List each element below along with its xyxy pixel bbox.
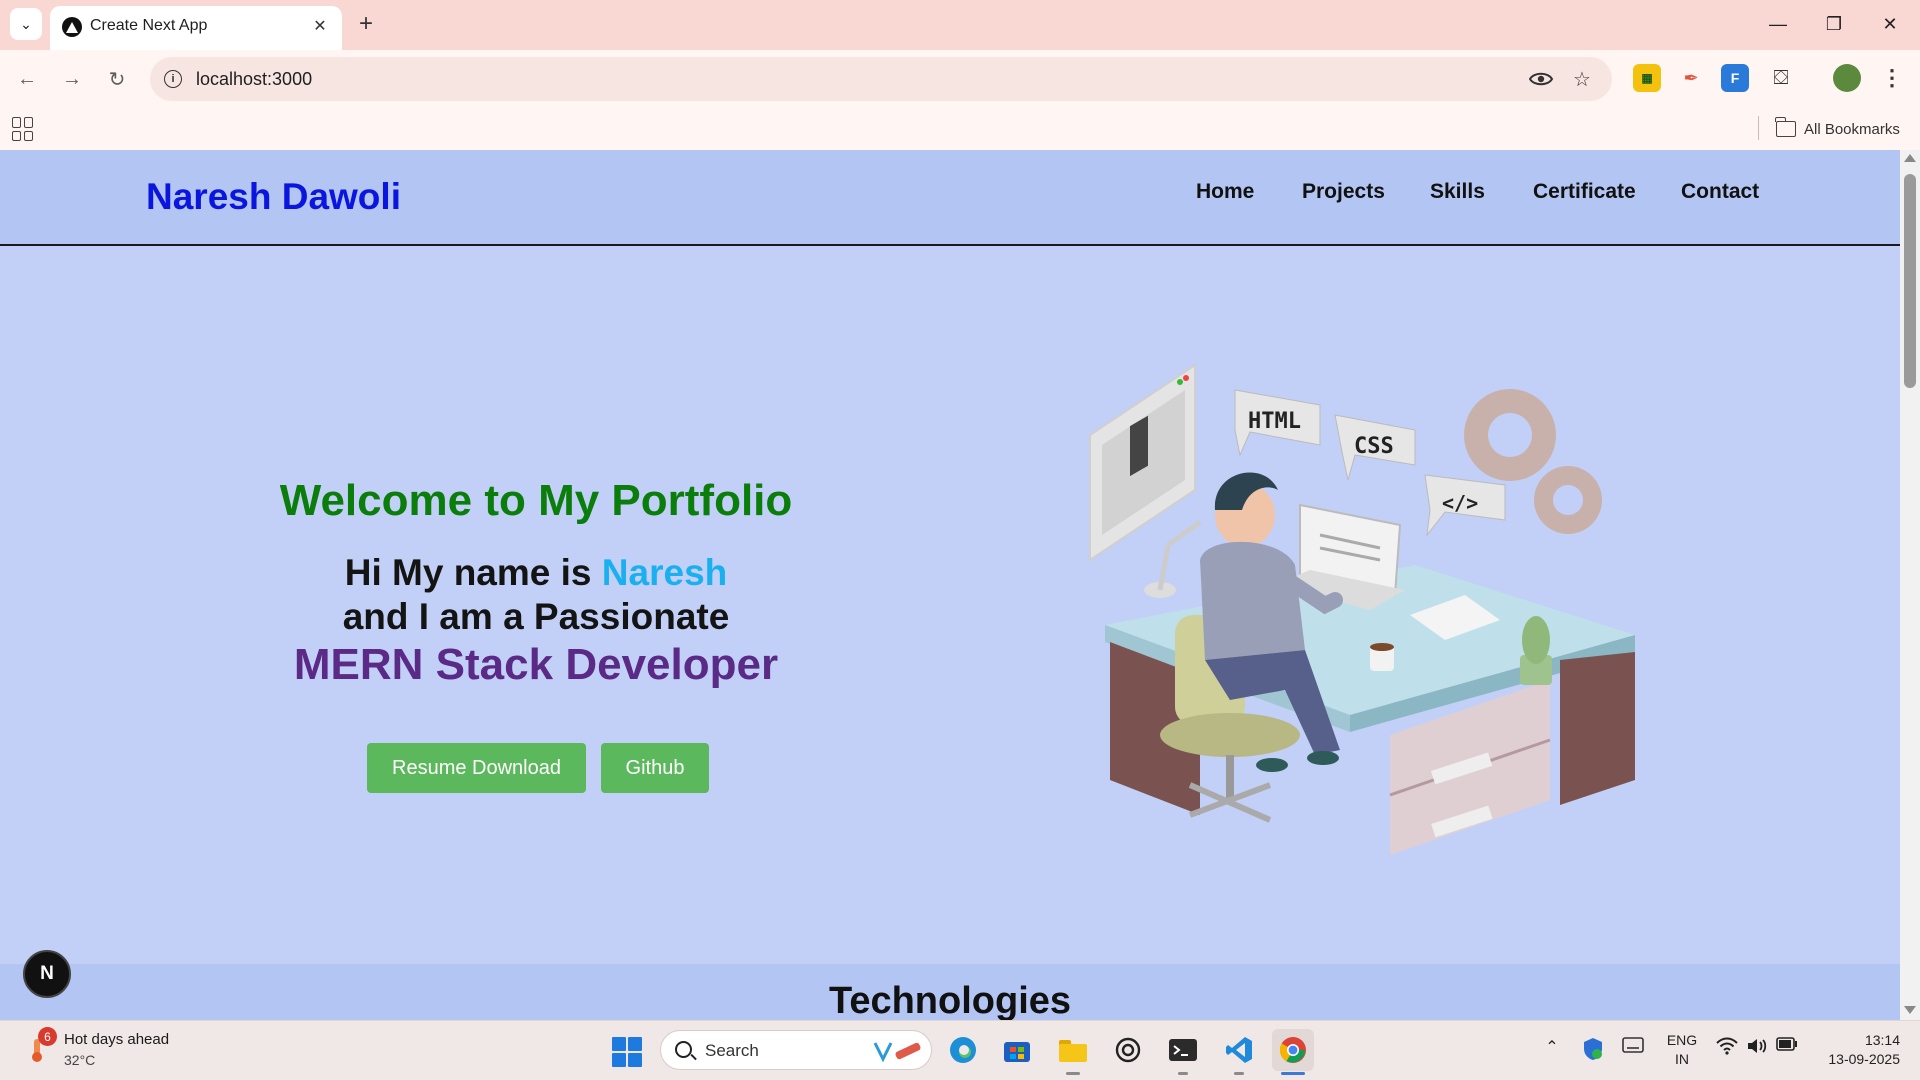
forward-arrow-icon[interactable]: → <box>56 63 88 95</box>
css-bubble-label: CSS <box>1354 434 1394 459</box>
nav-home[interactable]: Home <box>1196 180 1254 204</box>
terminal-running-indicator <box>1178 1072 1188 1075</box>
security-shield-icon[interactable] <box>1580 1037 1606 1061</box>
github-button[interactable]: Github <box>601 743 709 793</box>
weather-title: Hot days ahead <box>64 1031 170 1048</box>
extension-fi-icon[interactable]: F <box>1721 64 1749 92</box>
resume-download-button[interactable]: Resume Download <box>367 743 586 793</box>
restore-icon[interactable]: ❐ <box>1816 8 1852 40</box>
code-bubble-label: </> <box>1442 491 1478 515</box>
scroll-down-arrow-icon[interactable] <box>1904 1006 1916 1014</box>
site-logo[interactable]: Naresh Dawoli <box>146 176 401 218</box>
scroll-up-arrow-icon[interactable] <box>1904 154 1916 162</box>
file-explorer-running-indicator <box>1066 1072 1080 1075</box>
wifi-icon[interactable] <box>1714 1037 1740 1055</box>
url-text: localhost:3000 <box>196 69 313 89</box>
section-title-technologies: Technologies <box>828 980 1072 1020</box>
terminal-icon[interactable] <box>1162 1029 1204 1071</box>
weather-alert-badge: 6 <box>38 1027 57 1046</box>
page-viewport: Naresh Dawoli Home Projects Skills Certi… <box>0 150 1900 1020</box>
hero-name: Naresh <box>601 552 728 593</box>
microsoft-store-icon[interactable] <box>996 1029 1038 1071</box>
code-bubble: </> <box>1424 474 1506 537</box>
edge-browser-icon[interactable] <box>942 1029 984 1071</box>
address-bar[interactable]: i localhost:3000 ☆ <box>150 57 1612 101</box>
nextjs-favicon-icon <box>62 17 82 37</box>
all-bookmarks-button[interactable]: All Bookmarks <box>1775 117 1900 141</box>
hero-intro: Hi My name is Naresh <box>0 552 1072 594</box>
profile-avatar[interactable] <box>1833 64 1861 92</box>
desk-lamp <box>1144 519 1202 598</box>
scroll-thumb[interactable] <box>1904 174 1916 388</box>
developer-illustration: HTML CSS </> <box>1089 363 1635 855</box>
bookmarks-divider <box>1758 116 1759 140</box>
vscode-running-indicator <box>1234 1072 1244 1075</box>
all-bookmarks-label: All Bookmarks <box>1804 120 1900 138</box>
keyboard-icon[interactable] <box>1620 1037 1646 1053</box>
taskbar-search-box[interactable]: Search <box>660 1030 932 1070</box>
file-explorer-icon[interactable] <box>1052 1029 1094 1071</box>
browser-tab[interactable]: Create Next App ✕ <box>50 6 342 50</box>
html-bubble-label: HTML <box>1248 409 1301 434</box>
browser-toolbar: ← → ↻ i localhost:3000 ☆ ▦ ✒ F ⛋ ⋮ <box>0 50 1920 108</box>
cactus-pot <box>1520 616 1552 685</box>
tab-close-icon[interactable]: ✕ <box>308 14 332 38</box>
extension-color-picker-icon[interactable]: ✒ <box>1677 64 1705 92</box>
coffee-cup <box>1370 643 1394 671</box>
nav-certificate[interactable]: Certificate <box>1533 180 1636 204</box>
hero-title: Welcome to My Portfolio <box>279 476 793 525</box>
language-indicator[interactable]: ENG IN <box>1662 1031 1702 1069</box>
hero-line-2: and I am a Passionate <box>342 596 730 637</box>
menu-kebab-icon[interactable]: ⋮ <box>1878 64 1906 92</box>
nav-contact[interactable]: Contact <box>1681 180 1759 204</box>
clock-time: 13:14 <box>1864 1032 1900 1048</box>
battery-icon[interactable] <box>1774 1037 1800 1051</box>
css-bubble: CSS <box>1334 414 1416 481</box>
show-hidden-icons-chevron-icon[interactable]: ⌃ <box>1540 1037 1564 1057</box>
bookmarks-bar: All Bookmarks <box>0 108 1920 150</box>
extension-sheets-icon[interactable]: ▦ <box>1633 64 1661 92</box>
page-scrollbar[interactable] <box>1900 150 1920 1020</box>
weather-temperature: 32°C <box>64 1052 96 1068</box>
eye-icon[interactable] <box>1529 67 1553 91</box>
site-header: Naresh Dawoli Home Projects Skills Certi… <box>0 150 1900 246</box>
window-close-icon[interactable]: ✕ <box>1872 8 1908 40</box>
apps-grid-icon[interactable] <box>12 117 36 141</box>
folder-icon <box>1775 117 1796 137</box>
reload-icon[interactable]: ↻ <box>101 63 133 95</box>
search-icon <box>675 1041 692 1058</box>
chrome-browser-icon[interactable] <box>1272 1029 1314 1071</box>
search-highlight-icon <box>873 1042 921 1063</box>
tab-title: Create Next App <box>90 17 208 34</box>
nav-projects[interactable]: Projects <box>1302 180 1385 204</box>
wall-monitor-panel <box>1089 363 1196 562</box>
extensions-puzzle-icon[interactable]: ⛋ <box>1767 64 1795 92</box>
language-region: IN <box>1675 1051 1689 1067</box>
clock-date: 13-09-2025 <box>1828 1051 1900 1067</box>
taskbar-search-placeholder: Search <box>705 1041 759 1060</box>
volume-icon[interactable] <box>1744 1037 1770 1055</box>
windows-start-icon[interactable] <box>612 1037 642 1067</box>
site-info-icon[interactable]: i <box>164 70 182 88</box>
system-clock[interactable]: 13:14 13-09-2025 <box>1808 1031 1900 1069</box>
chatgpt-icon[interactable] <box>1107 1029 1149 1071</box>
minimize-icon[interactable]: — <box>1760 8 1796 40</box>
chrome-active-indicator <box>1281 1072 1305 1075</box>
tab-search-chevron-icon[interactable]: ⌄ <box>10 8 42 40</box>
hero-intro-prefix: Hi My name is <box>344 552 592 593</box>
tab-strip: ⌄ Create Next App ✕ + — ❐ ✕ <box>0 0 1920 50</box>
windows-taskbar: 6 Hot days ahead 32°C Search ⌃ ENG IN 13… <box>0 1020 1920 1080</box>
new-tab-plus-icon[interactable]: + <box>352 10 380 38</box>
bookmark-star-icon[interactable]: ☆ <box>1570 67 1594 91</box>
hero-role: MERN Stack Developer <box>293 640 779 689</box>
html-bubble: HTML <box>1234 389 1321 457</box>
vscode-icon[interactable] <box>1218 1029 1260 1071</box>
language-code: ENG <box>1666 1032 1698 1048</box>
nextjs-dev-indicator[interactable]: N <box>23 950 71 998</box>
nav-skills[interactable]: Skills <box>1430 180 1485 204</box>
back-arrow-icon[interactable]: ← <box>11 63 43 95</box>
